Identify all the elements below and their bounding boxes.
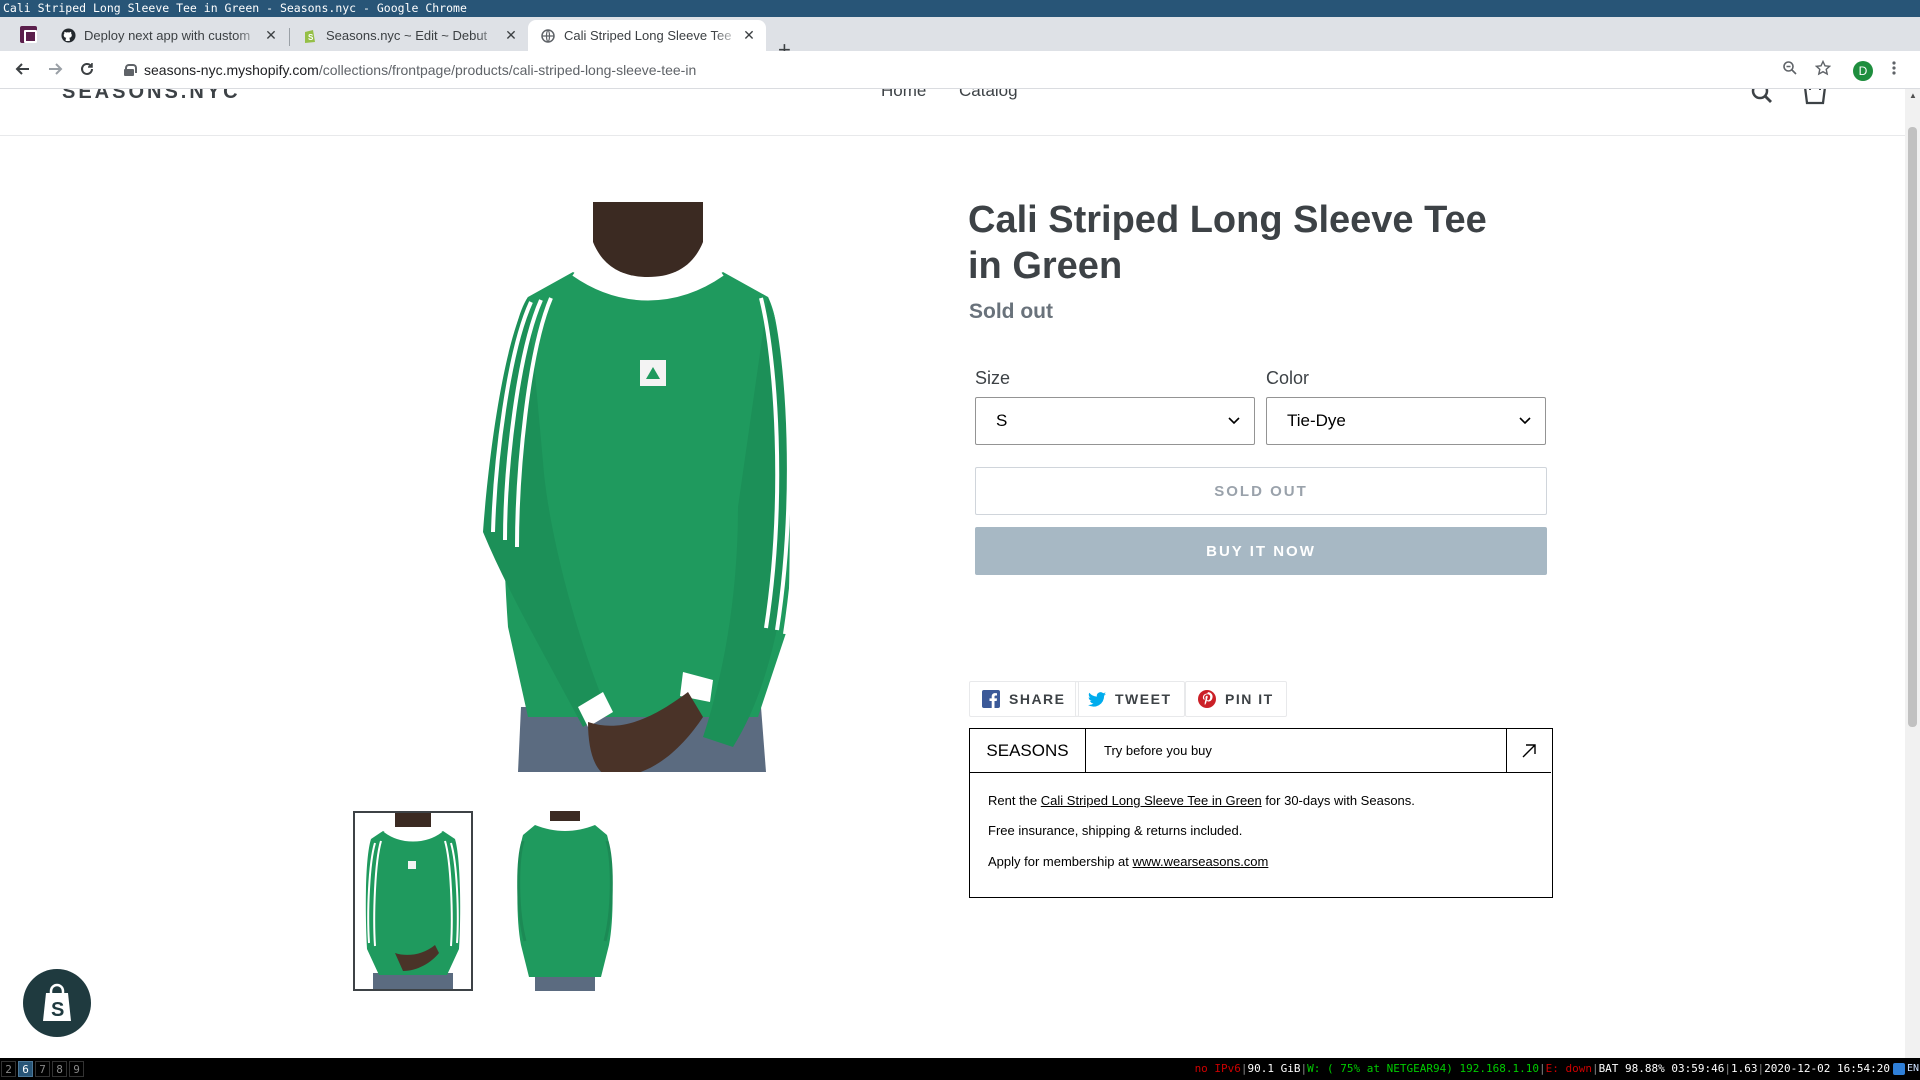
share-label: TWEET xyxy=(1115,691,1172,707)
arrow-left-icon xyxy=(15,63,29,75)
share-pinterest-button[interactable]: PIN IT xyxy=(1185,681,1287,717)
seasons-membership-prefix: Apply for membership at xyxy=(988,854,1129,869)
nav-home[interactable]: Home xyxy=(881,89,926,101)
arrow-right-icon xyxy=(49,63,63,75)
scroll-up-arrow-icon[interactable]: ▲ xyxy=(1909,91,1917,100)
size-label: Size xyxy=(975,368,1011,388)
svg-text:S: S xyxy=(51,999,64,1021)
address-bar[interactable]: seasons-nyc.myshopify.com/collections/fr… xyxy=(110,55,1810,85)
url-host: seasons-nyc.myshopify.com xyxy=(144,62,319,78)
external-link-arrow-icon[interactable] xyxy=(1506,729,1551,772)
color-label: Color xyxy=(1266,368,1310,388)
pinterest-icon xyxy=(1198,690,1216,708)
seasons-insurance-line: Free insurance, shipping & returns inclu… xyxy=(988,823,1243,838)
shopify-bag-icon: S xyxy=(43,983,71,1021)
buy-it-now-button[interactable]: BUY IT NOW xyxy=(975,527,1547,575)
seasons-rental-widget: SEASONS Try before you buy Rent the Cali… xyxy=(969,728,1553,898)
reload-icon xyxy=(81,62,93,75)
scrollbar-thumb[interactable] xyxy=(1908,127,1917,727)
seasons-widget-header: SEASONS Try before you buy xyxy=(970,729,1551,773)
product-title: Cali Striped Long Sleeve Tee in Green xyxy=(968,199,1487,287)
size-value: S xyxy=(996,411,1008,430)
seasons-product-link[interactable]: Cali Striped Long Sleeve Tee in Green xyxy=(1041,793,1262,808)
url-path: /collections/frontpage/products/cali-str… xyxy=(318,62,697,78)
load-status: 1.63 xyxy=(1731,1062,1758,1075)
shopify-badge-button[interactable]: S xyxy=(23,969,91,1037)
reload-button[interactable] xyxy=(77,60,97,80)
seasons-rent-suffix: for 30-days with Seasons. xyxy=(1265,793,1415,808)
tray-chat-icon[interactable] xyxy=(1893,1063,1905,1075)
browser-toolbar: seasons-nyc.myshopify.com/collections/fr… xyxy=(0,51,1920,89)
back-button[interactable] xyxy=(13,60,33,80)
chevron-down-icon xyxy=(1228,417,1240,425)
clock: 2020-12-02 16:54:20 xyxy=(1764,1062,1890,1075)
svg-text:S: S xyxy=(308,33,314,42)
tab-product-page[interactable]: Cali Striped Long Sleeve Tee ✕ xyxy=(528,20,766,51)
share-twitter-button[interactable]: TWEET xyxy=(1075,681,1185,717)
sold-out-status: Sold out xyxy=(969,300,1053,323)
zoom-icon[interactable] xyxy=(1782,60,1798,80)
seasons-rent-line: Rent the Cali Striped Long Sleeve Tee in… xyxy=(988,793,1415,808)
menu-kebab-icon[interactable] xyxy=(1892,60,1896,80)
page-viewport: SEASONS.NYC Home Catalog Cali Striped Lo… xyxy=(0,89,1920,1058)
status-info: no IPv6|90.1 GiB|W: ( 75% at NETGEAR94) … xyxy=(1194,1062,1890,1075)
tab-github[interactable]: Deploy next app with custom ✕ xyxy=(48,20,288,51)
tab-label: Cali Striped Long Sleeve Tee xyxy=(564,28,732,43)
workspace-button[interactable]: 2 xyxy=(1,1061,16,1077)
size-select[interactable]: S xyxy=(975,397,1255,445)
store-header: SEASONS.NYC Home Catalog xyxy=(0,89,1905,136)
keyboard-layout[interactable]: EN xyxy=(1907,1058,1919,1080)
lock-icon xyxy=(124,64,137,76)
system-status-bar: 2 6 7 8 9 no IPv6|90.1 GiB|W: ( 75% at N… xyxy=(0,1058,1920,1080)
sold-out-button[interactable]: SOLD OUT xyxy=(975,467,1547,515)
search-icon[interactable] xyxy=(1750,89,1774,105)
share-label: PIN IT xyxy=(1225,691,1274,707)
product-thumbnail-front[interactable] xyxy=(353,811,473,991)
workspace-button-active[interactable]: 6 xyxy=(18,1061,33,1077)
page-scrollbar[interactable]: ▲ xyxy=(1905,89,1920,1058)
close-icon[interactable]: ✕ xyxy=(502,27,520,44)
ethernet-status: E: down xyxy=(1545,1062,1592,1075)
seasons-website-link[interactable]: www.wearseasons.com xyxy=(1133,854,1269,869)
github-icon xyxy=(60,28,76,44)
disk-status: 90.1 GiB xyxy=(1247,1062,1301,1075)
cart-icon[interactable] xyxy=(1802,89,1828,105)
store-logo[interactable]: SEASONS.NYC xyxy=(62,89,241,104)
close-icon[interactable]: ✕ xyxy=(740,27,758,44)
seasons-membership-line: Apply for membership at www.wearseasons.… xyxy=(988,854,1268,869)
workspace-button[interactable]: 8 xyxy=(52,1061,67,1077)
seasons-brand[interactable]: SEASONS xyxy=(970,729,1086,772)
shopify-icon: S xyxy=(302,28,318,44)
tab-shopify-admin[interactable]: S Seasons.nyc ~ Edit ~ Debut ✕ xyxy=(290,20,528,51)
window-title: Cali Striped Long Sleeve Tee in Green - … xyxy=(0,0,1920,17)
wifi-status: W: ( 75% at NETGEAR94) 192.168.1.10 xyxy=(1307,1062,1539,1075)
app-launcher-icon[interactable] xyxy=(20,26,37,43)
close-icon[interactable]: ✕ xyxy=(262,27,280,44)
twitter-icon xyxy=(1088,691,1106,707)
tab-strip: Deploy next app with custom ✕ S Seasons.… xyxy=(0,17,1920,61)
globe-icon xyxy=(540,28,556,44)
tab-label: Seasons.nyc ~ Edit ~ Debut xyxy=(326,28,488,43)
workspace-button[interactable]: 9 xyxy=(69,1061,84,1077)
product-main-image[interactable] xyxy=(483,202,823,772)
tab-label: Deploy next app with custom xyxy=(84,28,251,43)
forward-button[interactable] xyxy=(45,60,65,80)
seasons-tagline: Try before you buy xyxy=(1104,743,1212,758)
color-value: Tie-Dye xyxy=(1287,411,1346,430)
profile-avatar[interactable]: D xyxy=(1853,61,1873,81)
color-select[interactable]: Tie-Dye xyxy=(1266,397,1546,445)
bookmark-star-icon[interactable] xyxy=(1814,59,1832,80)
share-label: SHARE xyxy=(1009,691,1066,707)
ipv6-status: no IPv6 xyxy=(1194,1062,1241,1075)
share-facebook-button[interactable]: SHARE xyxy=(969,681,1079,717)
seasons-rent-prefix: Rent the xyxy=(988,793,1038,808)
battery-status: BAT 98.88% 03:59:46 xyxy=(1598,1062,1725,1075)
workspace-button[interactable]: 7 xyxy=(35,1061,50,1077)
facebook-icon xyxy=(982,690,1000,708)
product-thumbnail-back[interactable] xyxy=(505,811,625,991)
nav-catalog[interactable]: Catalog xyxy=(959,89,1018,101)
chevron-down-icon xyxy=(1519,417,1531,425)
